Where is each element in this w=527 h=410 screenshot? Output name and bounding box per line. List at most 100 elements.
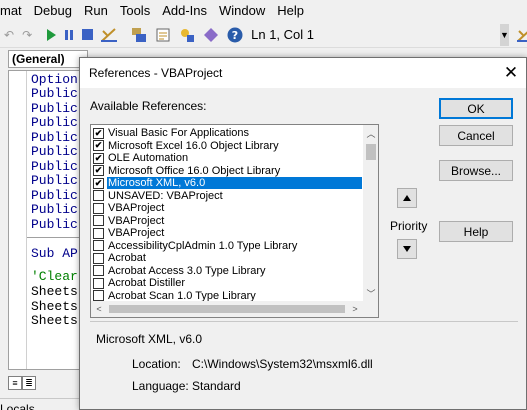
language-value: Standard [192, 379, 241, 393]
horizontal-scrollbar[interactable]: < > [91, 301, 363, 317]
location-row: Location: C:\Windows\System32\msxml6.dll [132, 357, 373, 371]
scroll-up-icon[interactable]: ︿ [363, 125, 378, 141]
priority-down-button[interactable] [397, 239, 417, 259]
object-combo[interactable]: (General) [8, 50, 88, 68]
list-item[interactable]: Acrobat Distiller [91, 277, 186, 289]
reference-checkbox[interactable] [93, 252, 104, 264]
scroll-down-icon[interactable]: ﹀ [363, 285, 378, 301]
list-item[interactable]: ✔ OLE Automation [91, 152, 189, 164]
reference-checkbox[interactable] [93, 215, 104, 226]
references-list-items: ✔ Visual Basic For Applications ✔ Micros… [91, 125, 363, 301]
run-icon[interactable] [46, 27, 57, 43]
standard-toolbar: ↶ ↷ ? Ln 1, Col 1 ▼ ▼ [0, 22, 527, 48]
design-mode-icon[interactable] [101, 27, 118, 43]
reference-checkbox[interactable] [93, 190, 104, 201]
list-item[interactable]: AccessibilityCplAdmin 1.0 Type Library [91, 240, 298, 252]
object-browser-icon[interactable] [179, 27, 195, 43]
vertical-scrollbar[interactable]: ︿ ﹀ [363, 125, 378, 301]
break-icon[interactable] [64, 27, 74, 43]
reference-checkbox[interactable] [93, 277, 104, 289]
language-row: Language: Standard [132, 379, 241, 393]
reference-checkbox[interactable]: ✔ [93, 165, 104, 176]
reference-label: VBAProject [108, 202, 165, 214]
reference-label: Acrobat Access 3.0 Type Library [108, 264, 266, 277]
reference-checkbox[interactable]: ✔ [93, 177, 104, 189]
selected-reference-name: Microsoft XML, v6.0 [96, 332, 203, 346]
reference-label: UNSAVED: VBAProject [108, 189, 223, 202]
scroll-right-icon[interactable]: > [347, 301, 363, 317]
arrow-up-icon [403, 195, 411, 201]
menu-help[interactable]: Help [271, 0, 310, 22]
list-item[interactable]: Acrobat Scan 1.0 Type Library [91, 289, 257, 302]
scrollbar-corner [363, 301, 378, 317]
scrollbar-thumb[interactable] [109, 305, 345, 313]
list-item[interactable]: VBAProject [91, 227, 165, 239]
reference-checkbox[interactable] [93, 227, 104, 239]
arrow-down-icon [403, 246, 411, 252]
close-icon[interactable]: ✕ [502, 63, 520, 82]
list-item[interactable]: Acrobat [91, 252, 147, 264]
help-icon[interactable]: ? [227, 27, 243, 43]
svg-text:?: ? [232, 29, 238, 42]
reference-checkbox[interactable]: ✔ [93, 140, 104, 151]
menu-bar: mat Debug Run Tools Add-Ins Window Help [0, 0, 527, 22]
project-explorer-icon[interactable] [131, 27, 147, 43]
reference-label: Acrobat Distiller [108, 277, 186, 289]
ok-button[interactable]: OK [439, 98, 513, 119]
reference-label: VBAProject [108, 214, 165, 227]
reference-checkbox[interactable] [93, 265, 104, 276]
menu-debug[interactable]: Debug [28, 0, 78, 22]
list-item[interactable]: ✔ Visual Basic For Applications [91, 127, 250, 139]
list-item[interactable]: VBAProject [91, 215, 165, 227]
cancel-button[interactable]: Cancel [439, 125, 513, 146]
pane-divider[interactable] [0, 398, 80, 399]
procedure-view-icon[interactable]: ≡ [8, 376, 22, 390]
reference-checkbox[interactable] [93, 290, 104, 301]
reference-checkbox[interactable]: ✔ [93, 152, 104, 164]
toolbar-overflow-button[interactable]: ▼ [500, 23, 509, 46]
properties-icon[interactable] [155, 27, 171, 43]
cursor-position: Ln 1, Col 1 [251, 27, 314, 42]
list-item[interactable]: ✔ Microsoft Office 16.0 Object Library [91, 165, 281, 177]
reference-checkbox[interactable] [93, 202, 104, 214]
reference-label: Acrobat Scan 1.0 Type Library [108, 289, 256, 302]
reset-icon[interactable] [82, 27, 94, 43]
design-mode-icon[interactable] [516, 27, 527, 43]
scroll-left-icon[interactable]: < [91, 301, 107, 317]
reference-label: Acrobat [108, 252, 146, 264]
reference-label: Microsoft XML, v6.0 [107, 177, 362, 189]
reference-label: VBAProject [108, 227, 165, 239]
list-item[interactable]: Acrobat Access 3.0 Type Library [91, 265, 267, 277]
menu-run[interactable]: Run [78, 0, 114, 22]
priority-up-button[interactable] [397, 188, 417, 208]
menu-window[interactable]: Window [213, 0, 271, 22]
location-value: C:\Windows\System32\msxml6.dll [192, 357, 373, 371]
reference-label: Microsoft Office 16.0 Object Library [108, 164, 281, 177]
full-module-view-icon[interactable]: ≣ [22, 376, 36, 390]
references-dialog: References - VBAProject ✕ Available Refe… [79, 57, 527, 410]
menu-add-ins[interactable]: Add-Ins [156, 0, 213, 22]
reference-checkbox[interactable] [93, 240, 104, 251]
undo-icon[interactable]: ↶ [4, 27, 14, 43]
list-item[interactable]: VBAProject [91, 202, 165, 214]
references-list[interactable]: ✔ Visual Basic For Applications ✔ Micros… [90, 124, 379, 318]
browse-button[interactable]: Browse... [439, 160, 513, 181]
reference-label: OLE Automation [108, 152, 189, 164]
menu-tools[interactable]: Tools [114, 0, 156, 22]
redo-icon[interactable]: ↷ [22, 27, 32, 43]
view-toggle-group: ≡ ≣ [8, 376, 48, 390]
menu-format[interactable]: mat [0, 0, 28, 22]
list-item-selected[interactable]: ✔ Microsoft XML, v6.0 [91, 177, 362, 189]
code-margin[interactable] [9, 71, 27, 369]
code-editor[interactable]: Option Public Public Public Public Publi… [8, 70, 89, 370]
reference-checkbox[interactable]: ✔ [93, 127, 104, 139]
dialog-title: References - VBAProject [89, 66, 223, 80]
toolbox-icon[interactable] [203, 27, 219, 43]
reference-label: Visual Basic For Applications [108, 127, 250, 139]
help-button[interactable]: Help [439, 221, 513, 242]
dialog-titlebar[interactable]: References - VBAProject ✕ [80, 58, 526, 88]
list-item[interactable]: ✔ Microsoft Excel 16.0 Object Library [91, 140, 280, 152]
scrollbar-thumb[interactable] [366, 144, 376, 160]
list-item[interactable]: UNSAVED: VBAProject [91, 190, 224, 202]
priority-label: Priority [390, 219, 428, 233]
